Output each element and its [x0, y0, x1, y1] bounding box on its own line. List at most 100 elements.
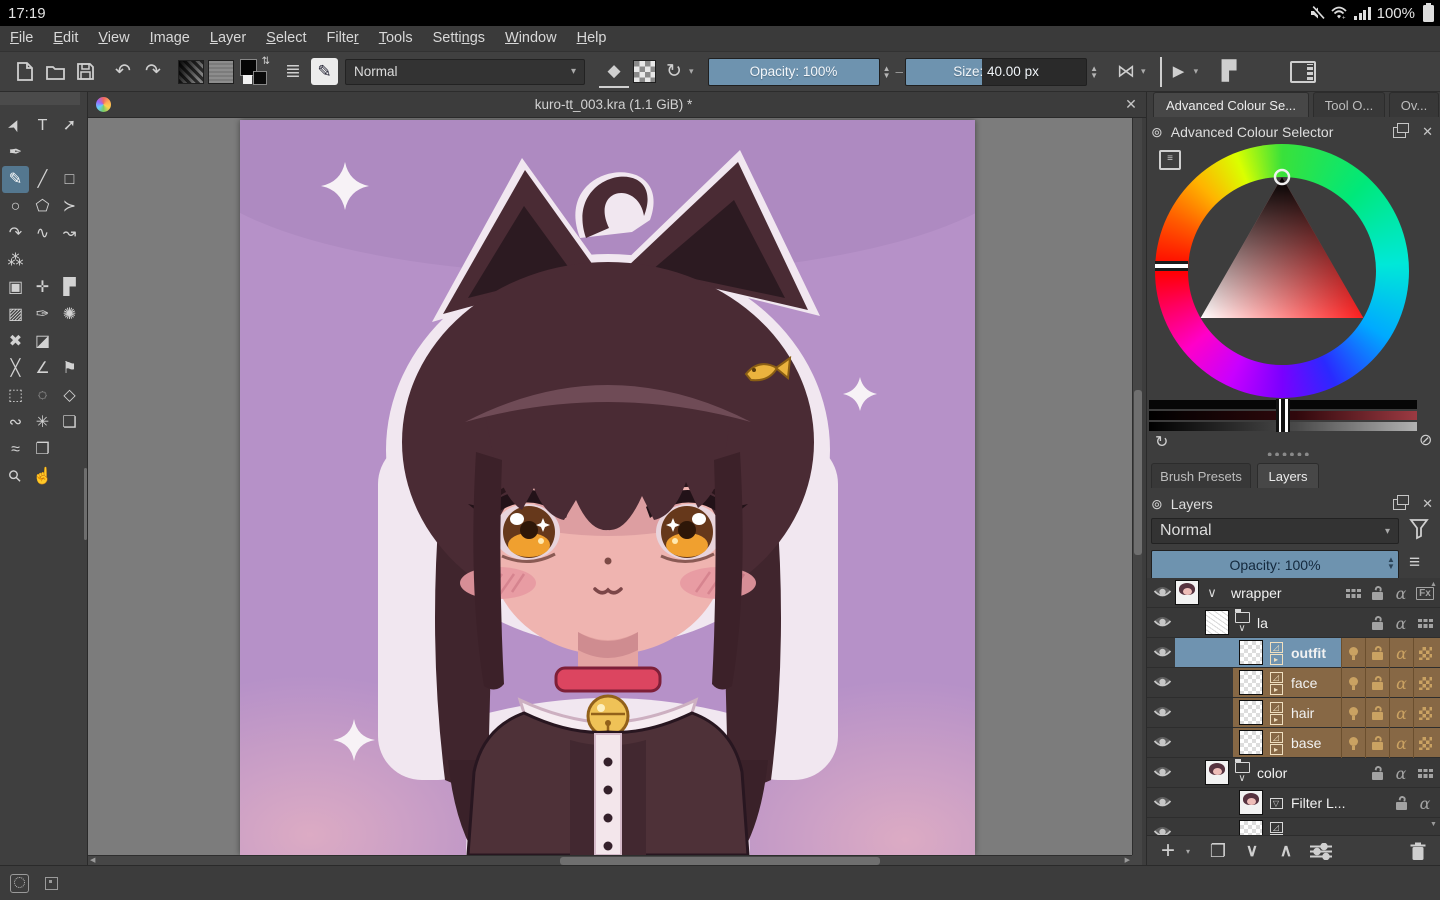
layer-visibility-eye-icon[interactable] [1153, 736, 1172, 755]
h-scroll-thumb[interactable] [560, 857, 880, 865]
paint-badge-icon[interactable]: ◿▸ [1265, 639, 1287, 667]
layer-name[interactable]: base [1291, 728, 1321, 758]
selection-display-icon[interactable] [45, 877, 58, 890]
selection-mode-icon[interactable] [10, 874, 29, 893]
menu-view[interactable]: View [88, 26, 139, 51]
similar-color-select-tool[interactable]: ✳ [29, 409, 56, 436]
shade-bar-2[interactable] [1149, 411, 1417, 420]
grid-toggle[interactable] [1413, 758, 1437, 788]
assistants-tool[interactable]: ╳ [2, 355, 29, 382]
layer-name[interactable]: la [1257, 608, 1268, 638]
hsv-triangle[interactable] [1155, 144, 1409, 398]
move-layer-up-button[interactable]: ∧ [1269, 837, 1303, 865]
dock-tab-tool-o-[interactable]: Tool O... [1313, 92, 1385, 117]
new-document-button[interactable] [10, 57, 40, 87]
layer-blend-mode-dropdown[interactable]: Normal ▾ [1151, 518, 1399, 544]
layer-visibility-eye-icon[interactable] [1153, 646, 1172, 665]
layer-name[interactable]: wrapper [1231, 578, 1282, 608]
close-docker-icon[interactable]: ✕ [1422, 124, 1433, 140]
enclose-select-tool[interactable]: ❐ [29, 436, 56, 463]
layer-visibility-eye-icon[interactable] [1153, 676, 1172, 695]
duplicate-layer-button[interactable]: ❐ [1201, 837, 1235, 865]
alpha-toggle[interactable]: α [1389, 698, 1413, 728]
layer-thumbnail-checker[interactable] [1239, 730, 1263, 755]
redo-button[interactable]: ↷ [138, 57, 168, 87]
brush-size-slider[interactable]: Size: 40.00 px [905, 58, 1087, 86]
shade-bar-3[interactable] [1149, 422, 1417, 431]
move-layer-down-button[interactable]: ∨ [1235, 837, 1269, 865]
text-tool[interactable]: T [29, 112, 56, 139]
bulb-toggle[interactable] [1341, 638, 1365, 668]
menu-settings[interactable]: Settings [423, 26, 495, 51]
ellipse-tool[interactable]: ○ [2, 193, 29, 220]
freehand-select-tool[interactable]: ∾ [2, 409, 29, 436]
float-docker-icon[interactable] [1393, 127, 1406, 138]
layer-row-partial[interactable]: ◿▸ [1147, 818, 1440, 835]
canvas-viewport[interactable] [88, 118, 1132, 855]
size-spinner[interactable]: ▲▼ [1087, 65, 1101, 79]
save-button[interactable] [70, 57, 100, 87]
layer-menu-icon[interactable]: ≡ [1409, 552, 1420, 574]
freehand-brush-tool[interactable]: ✎ [2, 166, 29, 193]
polyline-tool[interactable]: ≻ [56, 193, 83, 220]
canvas-horizontal-scrollbar[interactable]: ◀ ▶ [88, 855, 1132, 865]
dynamic-brush-tool[interactable]: ↝ [56, 220, 83, 247]
layer-name[interactable]: outfit [1291, 638, 1326, 668]
add-layer-button[interactable]: + [1153, 837, 1183, 865]
multibrush-tool[interactable]: ⁂ [2, 247, 29, 274]
layer-visibility-eye-icon[interactable] [1153, 616, 1172, 635]
layer-properties-button[interactable] [1303, 837, 1339, 865]
bulb-toggle[interactable] [1341, 668, 1365, 698]
dock-tab-ov-[interactable]: Ov... [1389, 92, 1439, 117]
layer-name[interactable]: hair [1291, 698, 1314, 728]
show-dockers-button[interactable] [1288, 57, 1318, 87]
measure-tool[interactable]: ∠ [29, 355, 56, 382]
toolbox-scrollbar[interactable] [84, 468, 87, 540]
clear-shades-icon[interactable]: ⊘ [1419, 430, 1432, 450]
layer-row-Filter L...[interactable]: ▽Filter L...α [1147, 788, 1440, 818]
checker-toggle[interactable] [1413, 638, 1437, 668]
menu-help[interactable]: Help [567, 26, 617, 51]
alpha-toggle[interactable]: α [1389, 608, 1413, 638]
ellipse-select-tool[interactable]: ◌ [29, 382, 56, 409]
pattern-edit-tool[interactable]: ✺ [56, 301, 83, 328]
reload-caret-icon[interactable]: ▾ [689, 66, 694, 77]
shade-bar-1[interactable] [1149, 400, 1417, 409]
checker-toggle[interactable] [1413, 668, 1437, 698]
layer-thumbnail-checker[interactable] [1239, 640, 1263, 665]
alpha-toggle[interactable]: α [1389, 578, 1413, 608]
layer-row-base[interactable]: ◿▸baseα [1147, 728, 1440, 758]
magnetic-select-tool[interactable]: ≈ [2, 436, 29, 463]
paint-badge-icon[interactable]: ◿▸ [1265, 819, 1287, 835]
lock-toggle[interactable] [1389, 788, 1413, 818]
lock-toggle[interactable] [1365, 668, 1389, 698]
layer-thumbnail-checker[interactable] [1239, 700, 1263, 725]
layer-visibility-eye-icon[interactable] [1153, 796, 1172, 815]
fg-bg-color-swatch[interactable]: ⇅ [240, 59, 268, 85]
alpha-toggle[interactable]: α [1389, 728, 1413, 758]
float-docker-icon[interactable] [1393, 499, 1406, 510]
group-open-badge-icon[interactable]: ∨ [1201, 579, 1223, 607]
lock-toggle[interactable] [1365, 608, 1389, 638]
colorize-mask-tool[interactable]: ✖ [2, 328, 29, 355]
menu-filter[interactable]: Filter [316, 26, 368, 51]
paint-badge-icon[interactable]: ◿▸ [1265, 669, 1287, 697]
toolbox-header[interactable] [0, 92, 80, 105]
shade-handle[interactable] [1276, 421, 1290, 432]
layer-row-wrapper[interactable]: ∨wrapperFxα [1147, 578, 1440, 608]
layer-row-outfit[interactable]: ◿▸outfitα [1147, 638, 1440, 668]
layer-thumbnail-char[interactable] [1205, 760, 1229, 785]
layer-visibility-eye-icon[interactable] [1153, 826, 1172, 835]
lock-toggle[interactable] [1365, 638, 1389, 668]
polygonal-select-tool[interactable]: ◇ [56, 382, 83, 409]
shade-handle[interactable] [1276, 399, 1290, 410]
splitter-handle[interactable]: ●●●●●● [1267, 452, 1321, 456]
fill-tool[interactable]: ◪ [29, 328, 56, 355]
undo-button[interactable]: ↶ [108, 57, 138, 87]
dock-tab-advanced-colour-se-[interactable]: Advanced Colour Se... [1153, 92, 1309, 117]
grid-toggle[interactable] [1341, 578, 1365, 608]
docker-tab-layers[interactable]: Layers [1257, 463, 1319, 488]
bezier-select-tool[interactable]: ❏ [56, 409, 83, 436]
layer-thumbnail-checker[interactable] [1239, 820, 1263, 835]
update-shades-icon[interactable]: ↻ [1155, 432, 1168, 452]
